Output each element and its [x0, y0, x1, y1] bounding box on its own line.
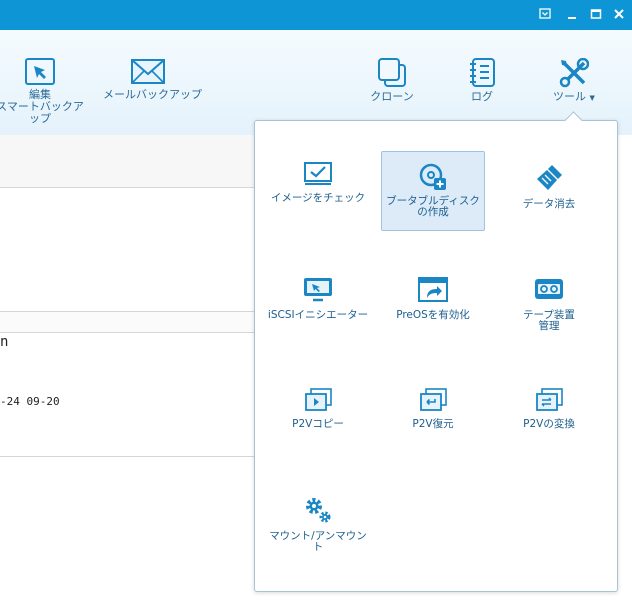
content-header-band: [0, 135, 254, 187]
cursor-arrow-icon: [25, 58, 55, 85]
menu-dropdown-icon[interactable]: [537, 6, 553, 22]
enable-preos-item[interactable]: PreOSを有効化: [381, 276, 485, 354]
divider: [0, 456, 254, 457]
p2v-convert-item[interactable]: P2Vの変換: [497, 387, 601, 465]
clone-button[interactable]: クローン: [366, 58, 418, 103]
task-date-fragment: -24 09-20: [0, 395, 60, 408]
check-image-label: イメージをチェック: [270, 192, 366, 204]
mount-unmount-label: マウント/アンマウント: [269, 530, 367, 553]
data-wipe-brush-icon: [537, 165, 562, 190]
tape-device-item[interactable]: テープ装置 管理: [497, 276, 601, 354]
smart-backup-edit-label: 編集 スマートバックアップ: [0, 88, 84, 125]
p2v-copy-label: P2Vコピー: [292, 418, 344, 430]
maximize-icon[interactable]: [588, 6, 604, 22]
tools-label: ツール: [553, 90, 587, 103]
content-band: [0, 312, 254, 332]
tape-device-icon: [535, 279, 563, 299]
p2v-copy-icon: [305, 388, 332, 411]
iscsi-initiator-label: iSCSIイニシエーター: [267, 309, 369, 321]
caret-down-icon: ▼: [589, 94, 595, 102]
p2v-restore-item[interactable]: P2V復元: [381, 387, 485, 465]
tools-button[interactable]: ツール ▼: [548, 58, 600, 104]
bootable-disc-icon: [419, 163, 446, 190]
log-notebook-icon: [470, 58, 495, 87]
divider: [0, 187, 254, 188]
smart-backup-edit-button[interactable]: 編集 スマートバックアップ: [0, 58, 88, 125]
check-image-icon: [304, 162, 332, 185]
tape-device-label: テープ装置 管理: [523, 309, 575, 332]
mount-gears-icon: [306, 498, 331, 523]
tools-label-row: ツール ▼: [548, 91, 600, 104]
log-button[interactable]: ログ: [462, 58, 502, 103]
clone-label: クローン: [370, 90, 414, 103]
p2v-convert-icon: [536, 388, 563, 411]
tools-menu: イメージをチェック ブータブルディスク の作成 データ消去 iSCSIイニシエー…: [254, 111, 618, 592]
title-bar: [0, 0, 632, 30]
iscsi-initiator-item[interactable]: iSCSIイニシエーター: [266, 276, 370, 354]
p2v-restore-icon: [420, 388, 447, 411]
task-name-fragment: n: [0, 334, 9, 350]
data-wipe-item[interactable]: データ消去: [497, 163, 601, 241]
bootable-disc-item[interactable]: ブータブルディスク の作成: [381, 151, 485, 231]
p2v-copy-item[interactable]: P2Vコピー: [266, 387, 370, 465]
envelope-icon: [131, 59, 165, 84]
p2v-restore-label: P2V復元: [412, 418, 454, 430]
divider: [0, 332, 254, 333]
mount-unmount-item[interactable]: マウント/アンマウント: [266, 495, 370, 573]
mail-backup-button[interactable]: メールバックアップ: [103, 58, 202, 101]
enable-preos-label: PreOSを有効化: [396, 309, 470, 321]
bootable-disc-label: ブータブルディスク の作成: [386, 195, 480, 218]
mail-backup-label: メールバックアップ: [103, 88, 202, 101]
close-icon[interactable]: [611, 6, 627, 22]
iscsi-monitor-icon: [304, 278, 332, 302]
clone-icon: [378, 58, 406, 87]
data-wipe-label: データ消去: [522, 198, 576, 210]
p2v-convert-label: P2Vの変換: [523, 418, 575, 430]
preos-window-icon: [418, 277, 448, 302]
log-label: ログ: [471, 90, 493, 103]
wrench-screwdriver-icon: [559, 58, 589, 88]
minimize-icon[interactable]: [564, 6, 580, 22]
check-image-item[interactable]: イメージをチェック: [266, 161, 370, 239]
